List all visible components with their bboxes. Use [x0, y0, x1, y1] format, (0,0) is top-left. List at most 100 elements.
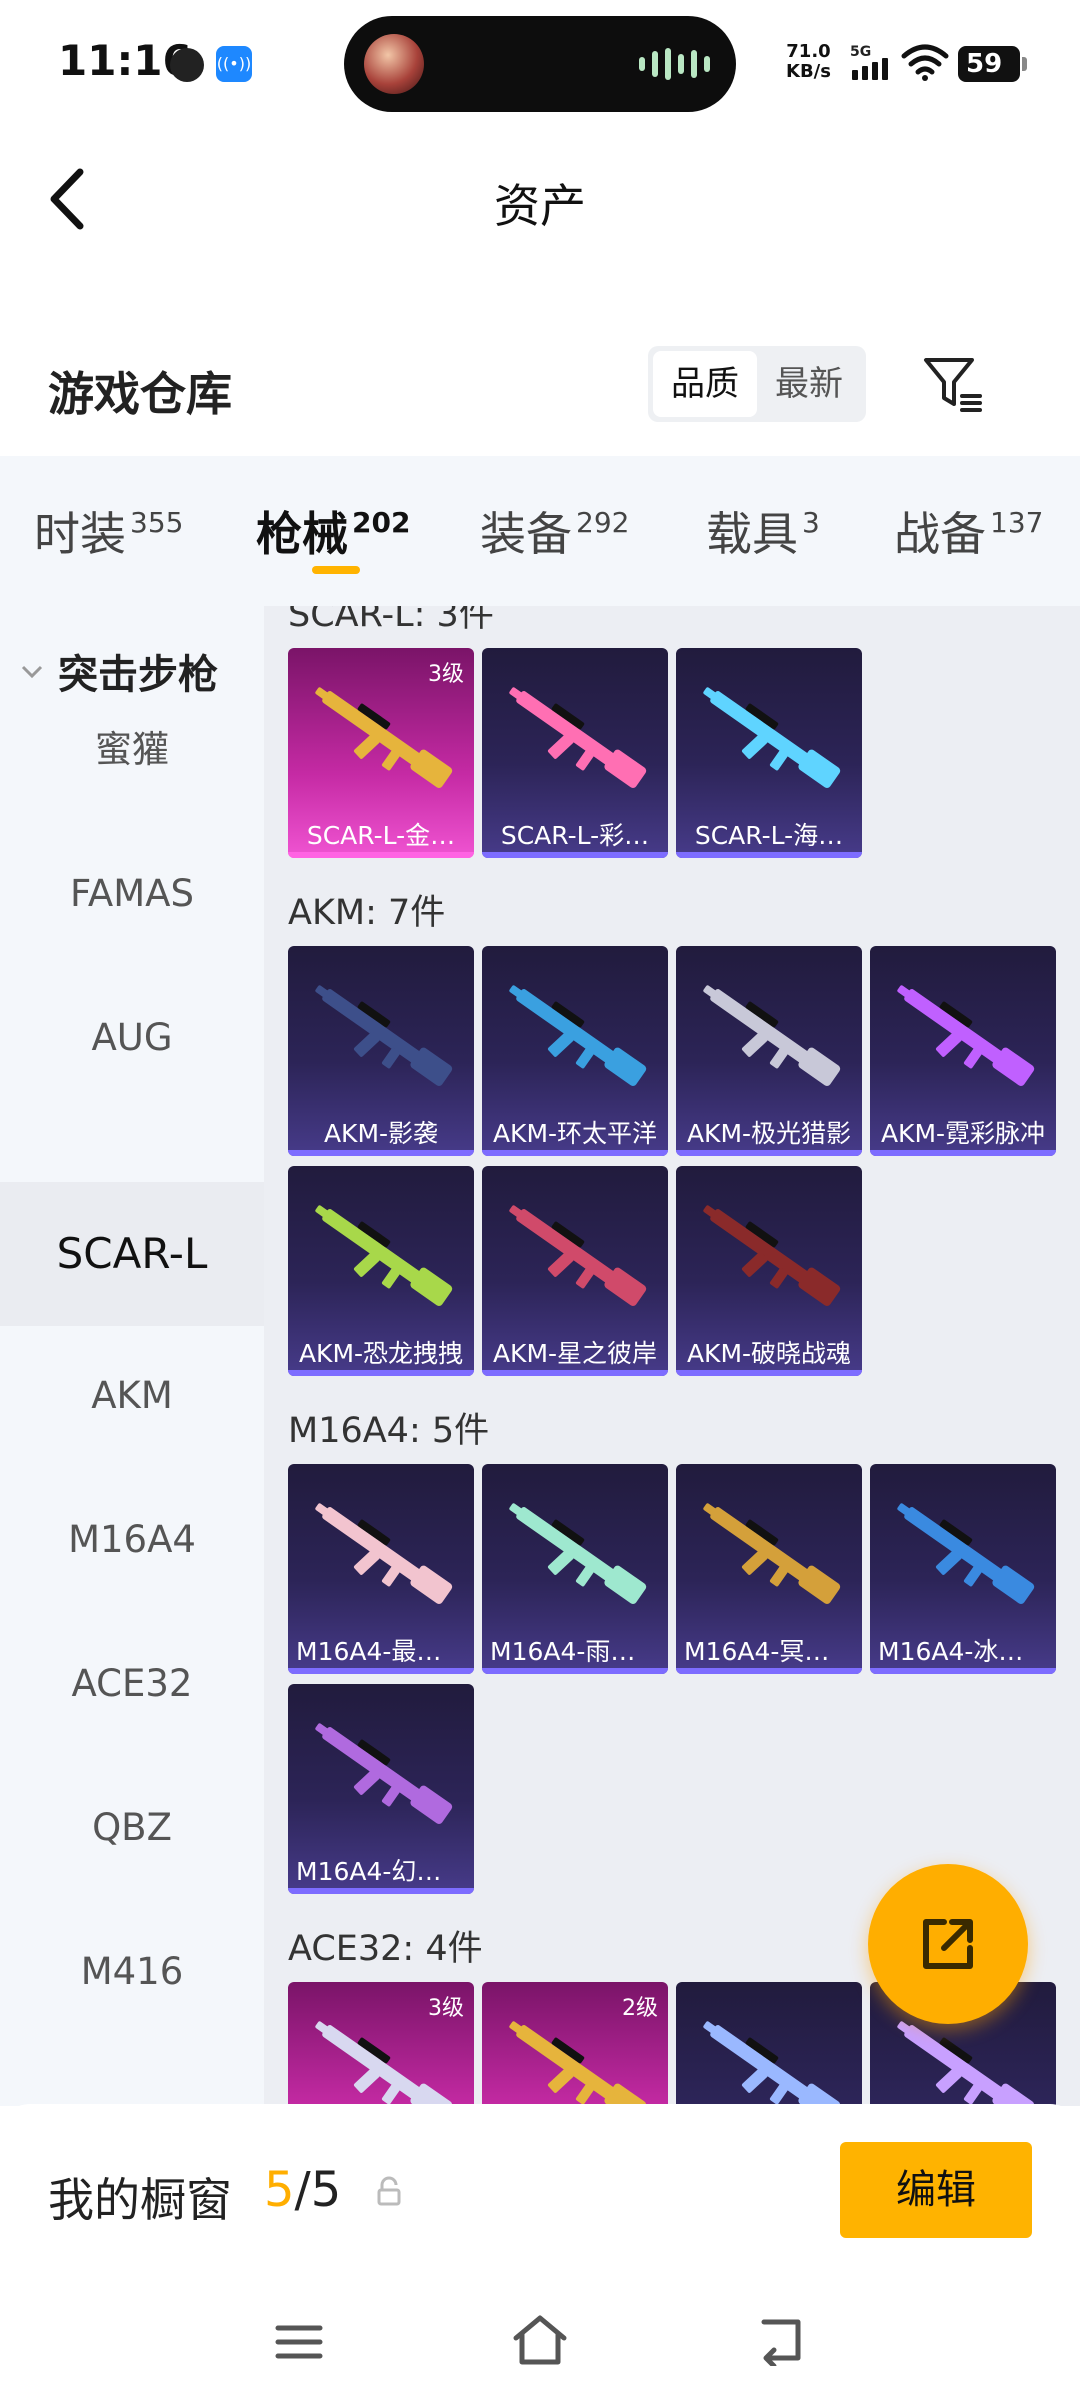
weapon-name: M16A4-最终…: [296, 1637, 467, 1666]
group-heading: M16A4: 5件: [288, 1411, 490, 1451]
rifle-icon: [509, 687, 647, 788]
weapon-card[interactable]: SCAR-L-彩…: [482, 648, 668, 858]
weapon-card[interactable]: SCAR-L-海…: [676, 648, 862, 858]
sidebar-item-akm[interactable]: AKM: [0, 1324, 264, 1468]
rifle-icon: [315, 1205, 453, 1306]
weapon-card[interactable]: 3级 SCAR-L-金…: [288, 648, 474, 858]
weapon-card[interactable]: M16A4-冰河…: [870, 1464, 1056, 1674]
rarity-stripe: [288, 1888, 474, 1894]
weapon-card[interactable]: AKM-极光猎影: [676, 946, 862, 1156]
category-tabs: 时装 355 枪械 202 装备 292 载具 3 战备 137: [0, 456, 1080, 606]
sidebar-item-honey-badger[interactable]: 蜜獾: [0, 678, 264, 822]
wifi-icon: [901, 44, 949, 81]
sidebar-item-qbz[interactable]: QBZ: [0, 1756, 264, 1900]
rifle-icon: [703, 1205, 841, 1306]
tab-vehicles[interactable]: 载具 3: [706, 498, 820, 564]
weapon-card[interactable]: AKM-霓彩脉冲: [870, 946, 1056, 1156]
tab-count: 137: [990, 506, 1044, 539]
rifle-icon: [897, 985, 1035, 1086]
sort-option-newest[interactable]: 最新: [757, 351, 861, 417]
rifle-icon: [315, 687, 453, 788]
sidebar-item-ace32[interactable]: ACE32: [0, 1612, 264, 1756]
audio-wave-icon: [639, 48, 710, 80]
tab-count: 3: [802, 506, 820, 539]
weapon-card[interactable]: M16A4-冥河…: [676, 1464, 862, 1674]
weapon-name: SCAR-L-彩…: [500, 821, 650, 850]
showcase-label: 我的橱窗: [48, 2173, 232, 2227]
weapon-card[interactable]: M16A4-最终…: [288, 1464, 474, 1674]
tab-equipment[interactable]: 装备 292: [480, 498, 629, 564]
edit-button[interactable]: 编辑: [840, 2142, 1032, 2238]
rarity-stripe: [288, 1150, 474, 1156]
weapon-name: M16A4-幻世…: [296, 1857, 467, 1886]
home-icon[interactable]: [510, 2312, 570, 2368]
net-speed-unit: KB/s: [786, 61, 831, 82]
weapon-name: M16A4-冥河…: [684, 1637, 855, 1666]
weapon-card[interactable]: [676, 1982, 862, 2106]
weapon-sidebar: 突击步枪 蜜獾 FAMAS AUG SCAR-L AKM M16A4 ACE32…: [0, 606, 264, 2106]
rifle-icon: [703, 2021, 841, 2106]
dnd-icon: [170, 48, 204, 82]
sidebar-item-famas[interactable]: FAMAS: [0, 822, 264, 966]
rarity-stripe: [676, 1370, 862, 1376]
sort-option-quality[interactable]: 品质: [653, 351, 757, 417]
weapon-card[interactable]: 2级: [482, 1982, 668, 2106]
group-heading: SCAR-L: 3件: [288, 606, 494, 635]
section-title: 游戏仓库: [48, 367, 232, 421]
menu-icon[interactable]: [274, 2322, 324, 2362]
filter-icon[interactable]: [920, 352, 986, 418]
weapon-name: AKM-极光猎影: [686, 1119, 852, 1148]
dynamic-island[interactable]: [344, 16, 736, 112]
weapon-name: AKM-破晓战魂: [686, 1339, 852, 1368]
net-speed-value: 71.0: [786, 41, 831, 62]
rarity-stripe: [676, 1668, 862, 1674]
active-tab-indicator: [312, 566, 360, 574]
game-avatar-icon: [364, 34, 424, 94]
weapon-card[interactable]: 3级: [288, 1982, 474, 2106]
rarity-stripe: [482, 1370, 668, 1376]
battery-icon: 59: [958, 46, 1027, 82]
weapon-card[interactable]: AKM-星之彼岸: [482, 1166, 668, 1376]
rarity-stripe: [482, 852, 668, 858]
showcase-current: 5: [264, 2162, 295, 2218]
rarity-stripe: [288, 852, 474, 858]
tab-guns[interactable]: 枪械 202: [256, 498, 410, 564]
weapon-card[interactable]: M16A4-幻世…: [288, 1684, 474, 1894]
weapon-card[interactable]: M16A4-雨过…: [482, 1464, 668, 1674]
weapon-card[interactable]: AKM-破晓战魂: [676, 1166, 862, 1376]
weapon-name: AKM-影袭: [323, 1119, 439, 1148]
rarity-stripe: [288, 1370, 474, 1376]
hotspot-icon: ((•)): [216, 46, 252, 82]
share-external-icon: [923, 1919, 973, 1969]
weapon-card[interactable]: AKM-环太平洋: [482, 946, 668, 1156]
showcase-count: 5/5: [264, 2162, 341, 2218]
weapon-name: AKM-环太平洋: [492, 1119, 658, 1148]
rifle-icon: [315, 1503, 453, 1604]
weapon-name: M16A4-冰河…: [878, 1637, 1049, 1666]
sidebar-item-scar-l[interactable]: SCAR-L: [0, 1182, 264, 1326]
tab-label: 装备: [480, 507, 572, 561]
rifle-icon: [703, 687, 841, 788]
weapon-card[interactable]: AKM-恐龙拽拽: [288, 1166, 474, 1376]
tab-label: 战备: [894, 507, 986, 561]
sidebar-item-m416[interactable]: M416: [0, 1900, 264, 2044]
tab-supplies[interactable]: 战备 137: [894, 498, 1043, 564]
rarity-stripe: [870, 1668, 1056, 1674]
rifle-icon: [509, 985, 647, 1086]
back-nav-icon[interactable]: [756, 2314, 806, 2366]
tab-fashion[interactable]: 时装 355: [34, 498, 183, 564]
sort-toggle: 品质 最新: [648, 346, 866, 422]
sidebar-item-m16a4[interactable]: M16A4: [0, 1468, 264, 1612]
rarity-stripe: [870, 1150, 1056, 1156]
tab-count: 202: [352, 506, 411, 539]
rifle-icon: [703, 1503, 841, 1604]
sidebar-item-aug[interactable]: AUG: [0, 966, 264, 1110]
rifle-icon: [897, 2021, 1035, 2106]
group-heading: ACE32: 4件: [288, 1929, 483, 1969]
rifle-icon: [509, 1503, 647, 1604]
net-speed: 71.0 KB/s: [786, 42, 831, 82]
level-badge: 3级: [428, 662, 464, 687]
share-fab-button[interactable]: [868, 1864, 1028, 2024]
weapon-name: SCAR-L-海…: [694, 821, 844, 850]
weapon-card[interactable]: AKM-影袭: [288, 946, 474, 1156]
